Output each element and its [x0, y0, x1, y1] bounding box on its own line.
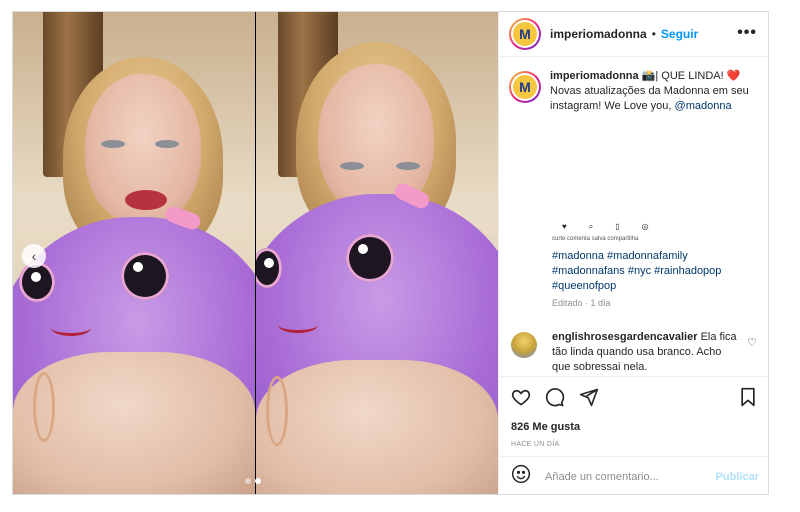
post-sidebar: M imperiomadonna • Seguir ••• M imperiom… — [498, 12, 768, 494]
comment-item: englishrosesgardencavalier Ela fica tão … — [511, 330, 761, 375]
commenter-username[interactable]: englishrosesgardencavalier — [552, 331, 698, 343]
post-media-carousel[interactable]: ‹ — [13, 12, 498, 494]
post-caption: M imperiomadonna 📸| QUE LINDA! ❤️ Novas … — [509, 69, 761, 114]
comment-input[interactable] — [545, 470, 705, 483]
caption-mention-link[interactable]: @madonna — [675, 100, 732, 112]
carousel-dot-active — [255, 478, 261, 484]
mini-heart-icon: ♥ — [562, 222, 567, 231]
caption-mini-icons: ♥ ⌕ ▯ ◎ — [562, 222, 649, 232]
camera-emoji: 📸 — [641, 70, 656, 82]
comment-bubble-icon[interactable] — [545, 387, 565, 407]
caption-mini-labels: curte comenta salva compartilha — [552, 236, 639, 242]
like-heart-icon[interactable] — [511, 387, 531, 407]
instagram-post: ‹ M imperiomadonna • Seguir ••• M imperi… — [12, 11, 769, 495]
caption-hashtags[interactable]: #madonna #madonnafamily #madonnafans #ny… — [552, 249, 762, 294]
post-header: M imperiomadonna • Seguir ••• — [499, 12, 768, 57]
edited-timestamp: Editado · 1 día — [552, 298, 611, 308]
author-username[interactable]: imperiomadonna — [550, 27, 647, 41]
add-comment-bar: Publicar — [499, 456, 768, 494]
carousel-dots — [245, 478, 261, 484]
emoji-icon[interactable] — [511, 464, 531, 489]
commenter-avatar[interactable] — [511, 332, 537, 358]
comment-text: englishrosesgardencavalier Ela fica tão … — [552, 330, 742, 375]
caption-text: imperiomadonna 📸| QUE LINDA! ❤️ Novas at… — [550, 69, 760, 114]
mini-share-icon: ◎ — [641, 222, 649, 231]
mini-save-icon: ▯ — [615, 222, 620, 231]
carousel-dot — [245, 478, 251, 484]
likes-count[interactable]: 826 Me gusta — [511, 421, 580, 433]
post-time-ago: HACE UN DÍA — [511, 441, 560, 448]
author-avatar[interactable]: M — [509, 18, 541, 50]
media-photo-right — [256, 12, 498, 494]
caption-avatar[interactable]: M — [509, 71, 541, 103]
carousel-prev-button[interactable]: ‹ — [22, 244, 46, 268]
avatar-logo: M — [513, 75, 537, 99]
header-separator: • — [651, 27, 656, 41]
share-send-icon[interactable] — [579, 387, 599, 407]
comment-like-icon[interactable]: ♡ — [747, 336, 757, 349]
save-bookmark-icon[interactable] — [739, 387, 757, 407]
more-options-icon[interactable]: ••• — [737, 24, 757, 42]
publish-button[interactable]: Publicar — [716, 471, 759, 483]
mini-comment-icon: ⌕ — [588, 222, 594, 231]
caption-username[interactable]: imperiomadonna — [550, 70, 639, 82]
avatar-logo: M — [513, 22, 537, 46]
media-photo-left — [13, 12, 255, 494]
follow-button[interactable]: Seguir — [661, 27, 698, 41]
